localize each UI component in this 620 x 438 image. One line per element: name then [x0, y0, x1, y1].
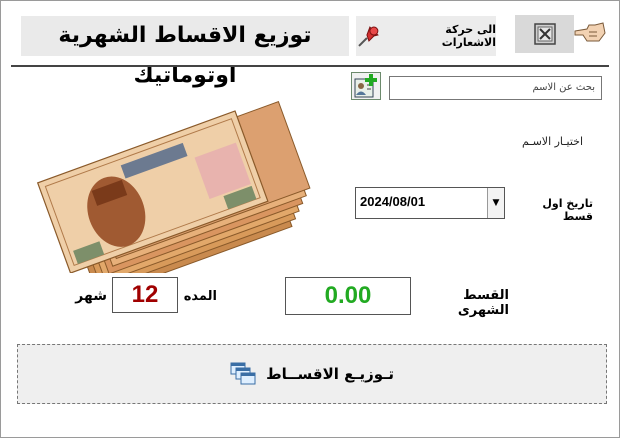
first-installment-date-label: تاريخ اول قسط: [542, 197, 593, 223]
form-window: توزيع الاقساط الشهرية اوتوماتيك الى حركة…: [0, 0, 620, 438]
header-divider: [11, 65, 609, 67]
add-user-icon: [354, 74, 377, 98]
first-installment-date-value: 2024/08/01: [360, 194, 426, 209]
pointing-hand-icon: [574, 22, 606, 42]
period-unit-label: شهر: [75, 288, 107, 304]
notifications-button-label: الى حركة الاشعارات: [441, 23, 496, 49]
money-banknotes-image: [36, 101, 311, 273]
page-title: توزيع الاقساط الشهرية اوتوماتيك: [21, 16, 349, 88]
search-input[interactable]: بحث عن الاسم: [389, 76, 602, 100]
dropdown-arrow-icon[interactable]: ▼: [487, 188, 504, 218]
period-value-field[interactable]: 12: [112, 277, 178, 313]
close-window-icon: [533, 23, 556, 45]
monthly-installment-label: القسط الشهرى: [457, 288, 509, 318]
period-label: المده: [183, 289, 217, 304]
distribute-installments-button[interactable]: تـوزيـع الاقســاط: [17, 344, 607, 404]
first-installment-date-dropdown[interactable]: 2024/08/01 ▼: [355, 187, 505, 219]
distribute-button-label: تـوزيـع الاقســاط: [266, 365, 394, 383]
select-name-label: اختيـار الاسـم: [522, 135, 583, 148]
pushpin-icon: [358, 26, 379, 47]
windows-stack-icon: [230, 362, 256, 385]
monthly-installment-value: 0.00: [285, 277, 411, 315]
close-window-button[interactable]: [515, 15, 574, 53]
add-user-button[interactable]: [351, 72, 381, 100]
notifications-movement-button[interactable]: الى حركة الاشعارات: [356, 16, 496, 56]
